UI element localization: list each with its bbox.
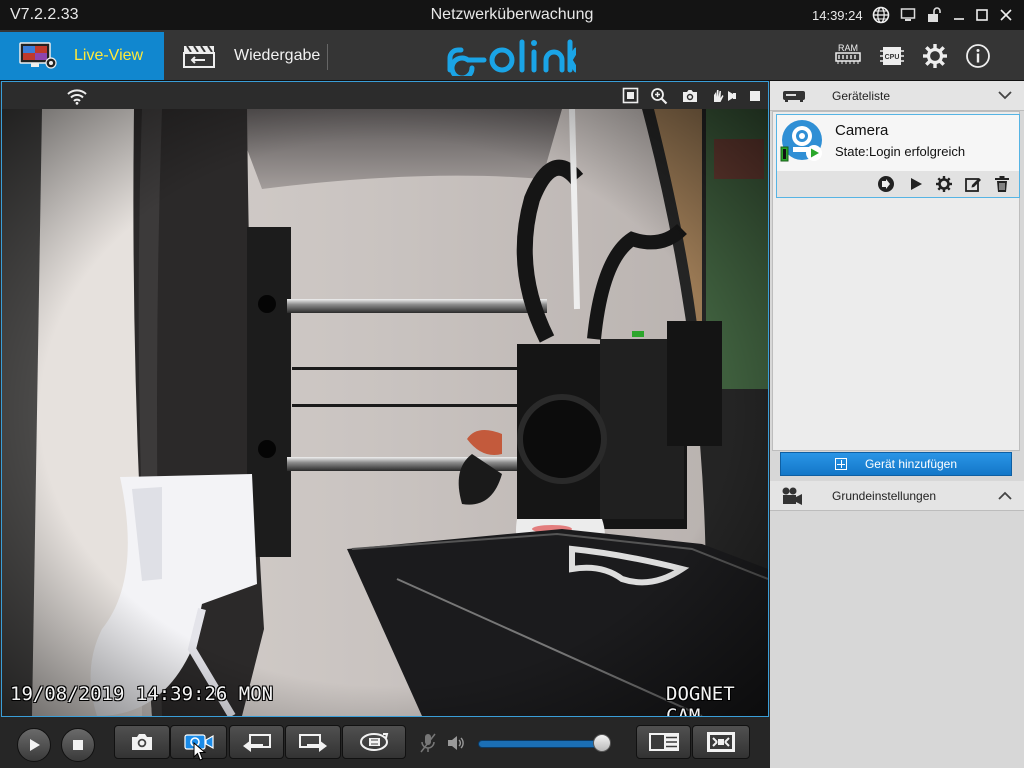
camera-device-icon xyxy=(779,119,825,165)
ram-label: RAM xyxy=(838,43,858,53)
device-state: State:Login erfolgreich xyxy=(835,144,966,159)
nav-divider xyxy=(327,44,328,70)
gear-icon[interactable] xyxy=(921,42,949,70)
device-list-header[interactable]: Geräteliste xyxy=(770,81,1024,111)
reolink-logo xyxy=(444,38,584,81)
device-list: Camera State:Login erfolgreich xyxy=(772,111,1020,451)
play-icon xyxy=(27,738,41,752)
globe-icon[interactable] xyxy=(872,6,890,24)
mouse-cursor-icon xyxy=(193,742,207,762)
add-device-label: Gerät hinzufügen xyxy=(864,457,958,471)
camera-icon xyxy=(130,732,154,752)
device-item-camera[interactable]: Camera State:Login erfolgreich xyxy=(776,114,1020,198)
maximize-icon[interactable] xyxy=(973,6,991,24)
video-toolbar xyxy=(2,82,768,109)
system-clock: 14:39:24 xyxy=(812,8,863,23)
nvr-icon xyxy=(782,88,806,104)
device-list-title: Geräteliste xyxy=(832,88,891,103)
osd-camera-name: DOGNET CAM xyxy=(666,683,735,716)
mute-icon[interactable] xyxy=(420,732,436,754)
speaker-icon[interactable] xyxy=(446,735,466,751)
tab-playback-label: Wiedergabe xyxy=(234,47,321,64)
play-button[interactable] xyxy=(17,728,51,762)
volume-slider-track[interactable] xyxy=(478,740,608,748)
cycle-button[interactable] xyxy=(342,725,406,759)
previous-button[interactable] xyxy=(229,725,284,759)
device-actions xyxy=(777,171,1019,197)
layout-button[interactable] xyxy=(636,725,691,759)
live-video-panel[interactable]: 19/08/2019 14:39:26 MON DOGNET CAM xyxy=(1,81,769,717)
info-icon[interactable] xyxy=(964,42,992,70)
snapshot-icon[interactable] xyxy=(681,87,699,104)
stop-icon xyxy=(72,739,84,751)
fullscreen-button[interactable] xyxy=(692,725,750,759)
fit-screen-icon[interactable] xyxy=(621,87,639,104)
cycle-icon xyxy=(357,731,391,753)
device-name: Camera xyxy=(835,122,889,139)
chevron-up-icon[interactable] xyxy=(998,491,1012,501)
stop-button[interactable] xyxy=(61,728,95,762)
monitor-icon[interactable] xyxy=(899,6,917,24)
ptz-icon[interactable] xyxy=(712,87,738,104)
playback-toolbar xyxy=(0,717,770,768)
basic-settings-title: Grundeinstellungen xyxy=(832,488,937,503)
play-icon[interactable] xyxy=(907,175,925,193)
volume-slider-handle[interactable] xyxy=(592,734,611,752)
video-settings-icon xyxy=(780,486,804,506)
chevron-down-icon[interactable] xyxy=(998,90,1012,100)
previous-icon xyxy=(241,731,273,753)
ram-icon[interactable]: RAM xyxy=(834,40,862,68)
snapshot-button[interactable] xyxy=(114,725,170,759)
camera-feed: 19/08/2019 14:39:26 MON DOGNET CAM xyxy=(2,109,768,716)
record-button[interactable] xyxy=(170,725,227,762)
edit-icon[interactable] xyxy=(964,175,982,193)
cpu-label: CPU xyxy=(885,54,900,61)
stop-icon[interactable] xyxy=(746,87,764,104)
app-window: V7.2.2.33 Netzwerküberwachung 14:39:24 L… xyxy=(0,0,1024,768)
minimize-icon[interactable] xyxy=(950,6,968,24)
tab-live-view[interactable]: Live-View xyxy=(0,32,164,80)
title-bar: V7.2.2.33 Netzwerküberwachung 14:39:24 xyxy=(0,0,1024,30)
osd-timestamp: 19/08/2019 14:39:26 MON xyxy=(10,683,274,705)
wifi-icon xyxy=(66,87,88,105)
next-icon xyxy=(297,731,329,753)
close-icon[interactable] xyxy=(997,6,1015,24)
camera-image xyxy=(2,109,768,716)
plus-icon xyxy=(834,458,847,470)
window-title: Netzwerküberwachung xyxy=(430,6,594,23)
zoom-icon[interactable] xyxy=(650,87,668,104)
cpu-icon[interactable]: CPU xyxy=(878,42,906,70)
basic-settings-header[interactable]: Grundeinstellungen xyxy=(770,481,1024,511)
delete-icon[interactable] xyxy=(993,175,1011,193)
monitor-icon xyxy=(18,41,58,71)
tab-live-view-label: Live-View xyxy=(74,47,144,64)
lock-icon[interactable] xyxy=(925,6,943,24)
fullscreen-icon xyxy=(706,731,736,753)
settings-icon[interactable] xyxy=(935,175,953,193)
next-button[interactable] xyxy=(285,725,341,759)
add-device-button[interactable]: Gerät hinzufügen xyxy=(780,452,1012,476)
layout-icon xyxy=(648,731,680,753)
tab-playback[interactable]: Wiedergabe xyxy=(170,32,330,80)
open-icon[interactable] xyxy=(877,175,895,193)
clapperboard-icon xyxy=(182,43,216,69)
right-panel: Geräteliste Camera State:Login erfolgrei… xyxy=(770,81,1024,768)
